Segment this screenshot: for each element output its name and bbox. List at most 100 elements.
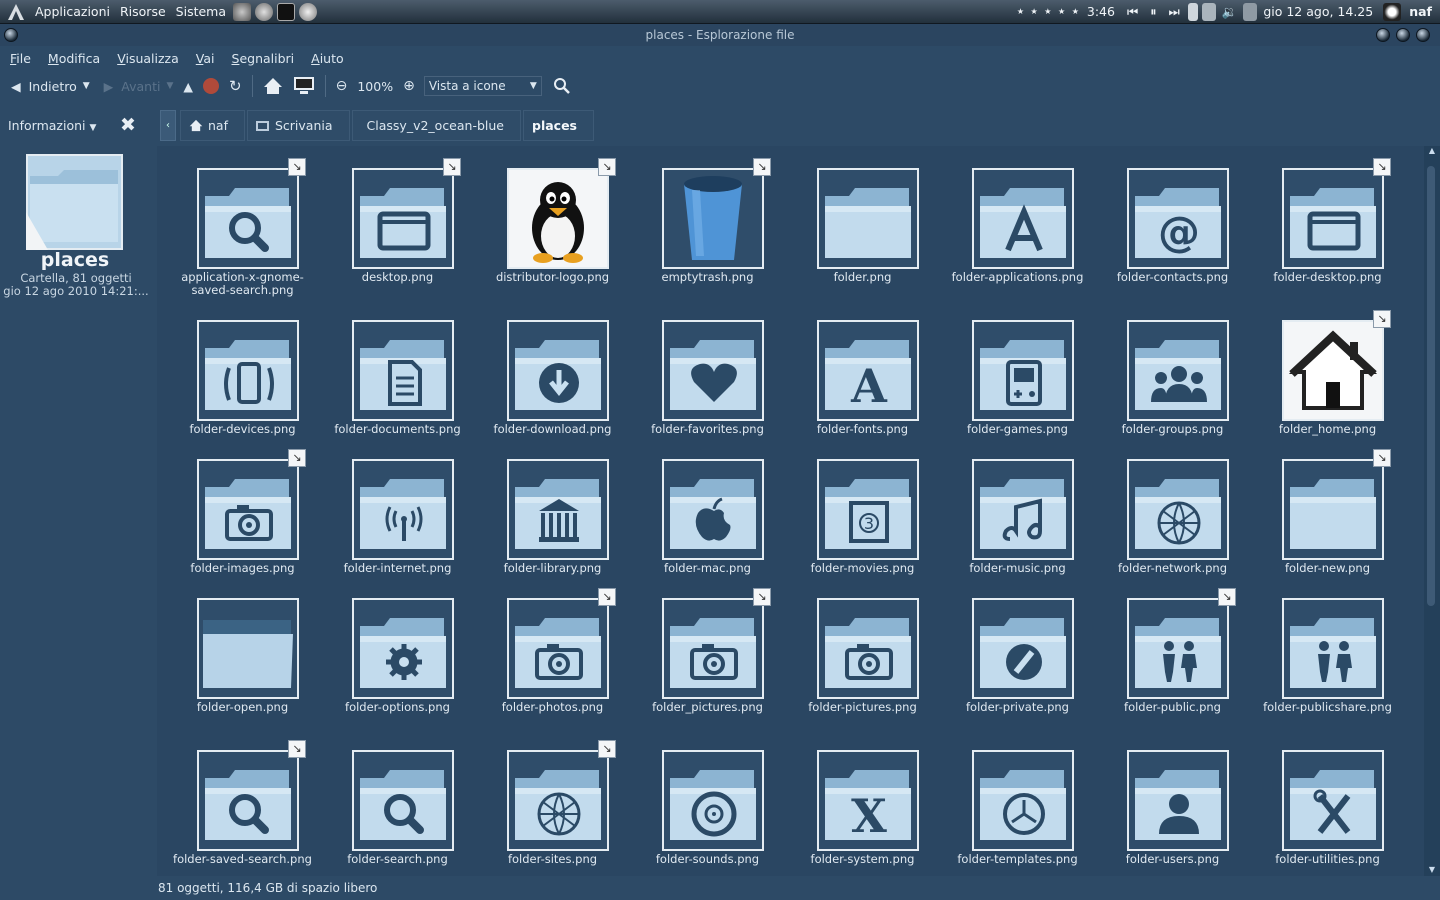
battery-icon[interactable] <box>1187 2 1198 21</box>
file-thumbnail-icon[interactable] <box>1282 168 1384 269</box>
scroll-up-icon[interactable]: ▲ <box>1424 146 1440 155</box>
zoom-out-button[interactable]: ⊖ <box>331 72 353 100</box>
file-thumbnail-icon[interactable] <box>662 320 764 421</box>
menu-help[interactable]: Aiuto <box>301 51 351 66</box>
file-label[interactable]: folder-desktop.png <box>1250 271 1405 284</box>
file-label[interactable]: folder-system.png <box>785 853 940 866</box>
file-label[interactable]: folder-groups.png <box>1095 423 1250 436</box>
file-thumbnail-icon[interactable] <box>662 459 764 560</box>
close-button[interactable] <box>1416 28 1430 42</box>
stop-button[interactable] <box>198 72 224 100</box>
file-label[interactable]: emptytrash.png <box>630 271 785 284</box>
file-thumbnail-icon[interactable] <box>1127 459 1229 560</box>
zoom-level[interactable]: 100% <box>352 72 398 100</box>
file-thumbnail-icon[interactable] <box>507 168 609 269</box>
back-button[interactable]: ◀ Indietro ▼ <box>6 72 95 100</box>
window-menu-icon[interactable] <box>4 28 18 42</box>
file-label[interactable]: application-x-gnome-saved-search.png <box>165 271 320 297</box>
user-name[interactable]: naf <box>1409 4 1432 19</box>
file-thumbnail-icon[interactable] <box>817 598 919 699</box>
menu-view[interactable]: Visualizza <box>107 51 186 66</box>
file-thumbnail-icon[interactable] <box>507 750 609 851</box>
file-label[interactable]: folder-pictures.png <box>785 701 940 714</box>
file-label[interactable]: folder-utilities.png <box>1250 853 1405 866</box>
menu-go[interactable]: Vai <box>186 51 222 66</box>
menu-places[interactable]: Risorse <box>115 4 171 19</box>
file-thumbnail-icon[interactable] <box>352 320 454 421</box>
volume-icon[interactable]: 🔉 <box>1222 4 1238 20</box>
file-thumbnail-icon[interactable] <box>197 320 299 421</box>
file-thumbnail-icon[interactable] <box>662 168 764 269</box>
file-thumbnail-icon[interactable] <box>1127 598 1229 699</box>
breadcrumb-desktop[interactable]: Scrivania <box>246 110 350 141</box>
menu-edit[interactable]: Modifica <box>38 51 107 66</box>
launcher-pidgin-icon[interactable] <box>299 2 318 21</box>
forward-button[interactable]: ▶ Avanti ▼ <box>95 72 179 100</box>
file-label[interactable]: folder-public.png <box>1095 701 1250 714</box>
zoom-in-button[interactable]: ⊕ <box>398 72 420 100</box>
file-label[interactable]: folder-download.png <box>475 423 630 436</box>
minimize-button[interactable] <box>1376 28 1390 42</box>
file-label[interactable]: folder_pictures.png <box>630 701 785 714</box>
file-label[interactable]: desktop.png <box>320 271 475 284</box>
reload-button[interactable]: ↻ <box>224 72 247 100</box>
user-avatar-icon[interactable] <box>1383 2 1402 21</box>
file-thumbnail-icon[interactable] <box>197 598 299 699</box>
file-thumbnail-icon[interactable] <box>972 598 1074 699</box>
menu-bookmarks[interactable]: Segnalibri <box>222 51 302 66</box>
menu-system[interactable]: Sistema <box>171 4 231 19</box>
file-thumbnail-icon[interactable] <box>972 459 1074 560</box>
file-thumbnail-icon[interactable] <box>972 750 1074 851</box>
launcher-terminal-icon[interactable] <box>277 2 296 21</box>
file-thumbnail-icon[interactable]: A <box>817 320 919 421</box>
file-thumbnail-icon[interactable] <box>197 750 299 851</box>
icon-view[interactable]: ↘ application-x-gnome-saved-search.png ↘ de… <box>157 146 1424 876</box>
breadcrumb-current[interactable]: places <box>523 110 594 141</box>
file-thumbnail-icon[interactable] <box>1282 320 1384 421</box>
file-label[interactable]: folder-mac.png <box>630 562 785 575</box>
clock[interactable]: gio 12 ago, 14.25 <box>1263 4 1373 19</box>
gnome-foot-icon[interactable] <box>6 3 28 21</box>
forward-history-icon[interactable]: ▼ <box>166 81 173 91</box>
file-thumbnail-icon[interactable] <box>1127 750 1229 851</box>
rating-stars[interactable]: ★ ★ ★ ★ ★ <box>1017 7 1081 16</box>
file-thumbnail-icon[interactable] <box>662 598 764 699</box>
file-label[interactable]: folder-movies.png <box>785 562 940 575</box>
file-label[interactable]: folder-sounds.png <box>630 853 785 866</box>
launcher-browser-icon[interactable] <box>255 2 274 21</box>
file-label[interactable]: folder-music.png <box>940 562 1095 575</box>
file-label[interactable]: distributor-logo.png <box>475 271 630 284</box>
search-button[interactable] <box>548 72 576 100</box>
file-thumbnail-icon[interactable] <box>197 459 299 560</box>
pause-icon[interactable]: ⏸ <box>1150 4 1156 20</box>
file-label[interactable]: folder-internet.png <box>320 562 475 575</box>
window-titlebar[interactable]: places - Esplorazione file <box>0 24 1440 46</box>
file-label[interactable]: folder-options.png <box>320 701 475 714</box>
side-pane-selector[interactable]: Informazioni ▼ <box>8 118 96 133</box>
file-thumbnail-icon[interactable] <box>507 459 609 560</box>
file-label[interactable]: folder-private.png <box>940 701 1095 714</box>
file-label[interactable]: folder-contacts.png <box>1095 271 1250 284</box>
scrollbar-thumb[interactable] <box>1427 166 1435 606</box>
breadcrumb-theme[interactable]: Classy_v2_ocean-blue <box>351 110 521 141</box>
file-label[interactable]: folder-fonts.png <box>785 423 940 436</box>
file-label[interactable]: folder_home.png <box>1250 423 1405 436</box>
file-label[interactable]: folder-photos.png <box>475 701 630 714</box>
file-label[interactable]: folder-search.png <box>320 853 475 866</box>
file-thumbnail-icon[interactable] <box>1282 459 1384 560</box>
file-label[interactable]: folder-sites.png <box>475 853 630 866</box>
file-thumbnail-icon[interactable] <box>1282 598 1384 699</box>
side-pane-close-icon[interactable]: ✖ <box>120 114 136 136</box>
file-label[interactable]: folder-new.png <box>1250 562 1405 575</box>
vertical-scrollbar[interactable]: ▲ ▼ <box>1424 146 1440 876</box>
file-thumbnail-icon[interactable]: X <box>817 750 919 851</box>
file-thumbnail-icon[interactable] <box>352 598 454 699</box>
file-thumbnail-icon[interactable] <box>972 320 1074 421</box>
menu-file[interactable]: File <box>0 51 38 66</box>
file-label[interactable]: folder-devices.png <box>165 423 320 436</box>
computer-button[interactable] <box>288 72 320 100</box>
breadcrumb-home[interactable]: naf <box>180 110 245 141</box>
file-thumbnail-icon[interactable] <box>662 750 764 851</box>
update-icon[interactable] <box>1243 2 1258 21</box>
network-icon[interactable] <box>1201 2 1216 21</box>
